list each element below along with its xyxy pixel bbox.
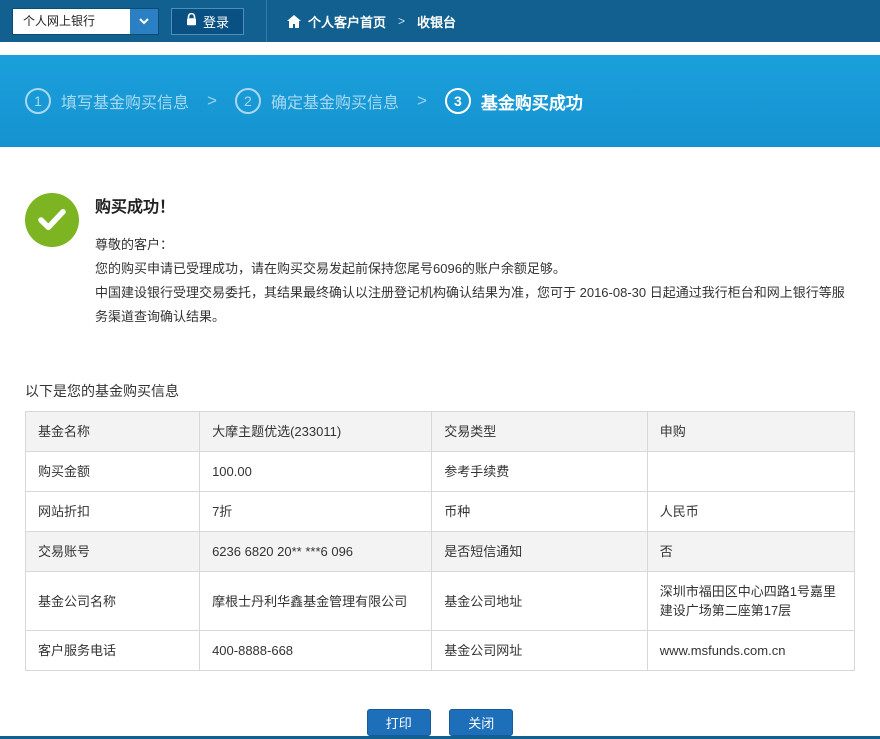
field-value: 7折 [200, 492, 432, 532]
table-row: 客户服务电话 400-8888-668 基金公司网址 www.msfunds.c… [26, 631, 855, 671]
field-value: 否 [647, 532, 854, 572]
step-2-label: 确定基金购买信息 [271, 89, 399, 113]
field-label: 参考手续费 [432, 452, 648, 492]
step-2-number: 2 [244, 93, 252, 109]
table-row: 网站折扣 7折 币种 人民币 [26, 492, 855, 532]
field-label: 基金名称 [26, 412, 200, 452]
lock-icon [186, 13, 197, 29]
step-3-circle: 3 [445, 88, 471, 114]
top-header: 个人网上银行 登录 个人客户首页 > 收银台 [0, 0, 880, 42]
success-line1: 您的购买申请已受理成功，请在购买交易发起前保持您尾号6096的账户余额足够。 [95, 257, 855, 281]
field-value: 深圳市福田区中心四路1号嘉里建设广场第二座第17层 [647, 572, 854, 631]
purchase-info-section: 以下是您的基金购买信息 基金名称 大摩主题优选(233011) 交易类型 申购 … [25, 381, 855, 671]
home-icon[interactable] [287, 15, 301, 28]
header-divider [266, 0, 267, 42]
field-label: 客户服务电话 [26, 631, 200, 671]
chevron-down-icon[interactable] [130, 8, 159, 35]
field-label: 基金公司名称 [26, 572, 200, 631]
step-1-circle: 1 [25, 88, 51, 114]
field-label: 网站折扣 [26, 492, 200, 532]
print-button[interactable]: 打印 [367, 709, 431, 736]
field-value [647, 452, 854, 492]
step-separator: > [417, 91, 427, 111]
login-label: 登录 [203, 12, 229, 31]
success-line2: 中国建设银行受理交易委托，其结果最终确认以注册登记机构确认结果为准，您可于 20… [95, 281, 855, 329]
field-value: www.msfunds.com.cn [647, 631, 854, 671]
step-1-label: 填写基金购买信息 [61, 89, 189, 113]
field-label: 交易类型 [432, 412, 648, 452]
field-value: 人民币 [647, 492, 854, 532]
success-text: 购买成功！ 尊敬的客户： 您的购买申请已受理成功，请在购买交易发起前保持您尾号6… [95, 193, 855, 329]
success-message-block: 购买成功！ 尊敬的客户： 您的购买申请已受理成功，请在购买交易发起前保持您尾号6… [25, 193, 855, 329]
step-3-number: 3 [454, 93, 462, 109]
close-button[interactable]: 关闭 [449, 709, 513, 736]
table-row: 基金公司名称 摩根士丹利华鑫基金管理有限公司 基金公司地址 深圳市福田区中心四路… [26, 572, 855, 631]
breadcrumb: 个人客户首页 > 收银台 [287, 12, 456, 31]
success-title: 购买成功！ [95, 193, 855, 217]
page: 个人网上银行 登录 个人客户首页 > 收银台 1 填写基金购买 [0, 0, 880, 739]
purchase-info-title: 以下是您的基金购买信息 [25, 381, 855, 401]
step-1-number: 1 [34, 93, 42, 109]
success-greeting: 尊敬的客户： [95, 233, 855, 257]
bank-channel-selector-value: 个人网上银行 [12, 8, 130, 35]
field-label: 基金公司地址 [432, 572, 648, 631]
step-separator: > [207, 91, 217, 111]
field-label: 币种 [432, 492, 648, 532]
field-value: 400-8888-668 [200, 631, 432, 671]
table-row: 购买金额 100.00 参考手续费 [26, 452, 855, 492]
table-row: 交易账号 6236 6820 20** ***6 096 是否短信通知 否 [26, 532, 855, 572]
table-row: 基金名称 大摩主题优选(233011) 交易类型 申购 [26, 412, 855, 452]
login-button[interactable]: 登录 [171, 8, 244, 35]
step-2-circle: 2 [235, 88, 261, 114]
breadcrumb-home-link[interactable]: 个人客户首页 [308, 12, 386, 31]
step-3-label: 基金购买成功 [481, 89, 583, 114]
field-label: 基金公司网址 [432, 631, 648, 671]
success-check-icon [25, 193, 79, 247]
breadcrumb-separator: > [398, 14, 405, 28]
step-1-fill-info: 1 填写基金购买信息 [25, 88, 189, 114]
field-value: 申购 [647, 412, 854, 452]
main-content: 购买成功！ 尊敬的客户： 您的购买申请已受理成功，请在购买交易发起前保持您尾号6… [0, 147, 880, 736]
field-label: 交易账号 [26, 532, 200, 572]
field-value: 6236 6820 20** ***6 096 [200, 532, 432, 572]
field-label: 购买金额 [26, 452, 200, 492]
field-label: 是否短信通知 [432, 532, 648, 572]
breadcrumb-current: 收银台 [417, 12, 456, 31]
steps-banner: 1 填写基金购买信息 > 2 确定基金购买信息 > 3 基金购买成功 [0, 55, 880, 147]
field-value: 100.00 [200, 452, 432, 492]
step-3-purchase-success: 3 基金购买成功 [445, 88, 583, 114]
bank-channel-selector[interactable]: 个人网上银行 [12, 8, 159, 35]
field-value: 摩根士丹利华鑫基金管理有限公司 [200, 572, 432, 631]
step-2-confirm-info: 2 确定基金购买信息 [235, 88, 399, 114]
purchase-info-table: 基金名称 大摩主题优选(233011) 交易类型 申购 购买金额 100.00 … [25, 411, 855, 671]
field-value: 大摩主题优选(233011) [200, 412, 432, 452]
action-buttons: 打印 关闭 [25, 709, 855, 736]
